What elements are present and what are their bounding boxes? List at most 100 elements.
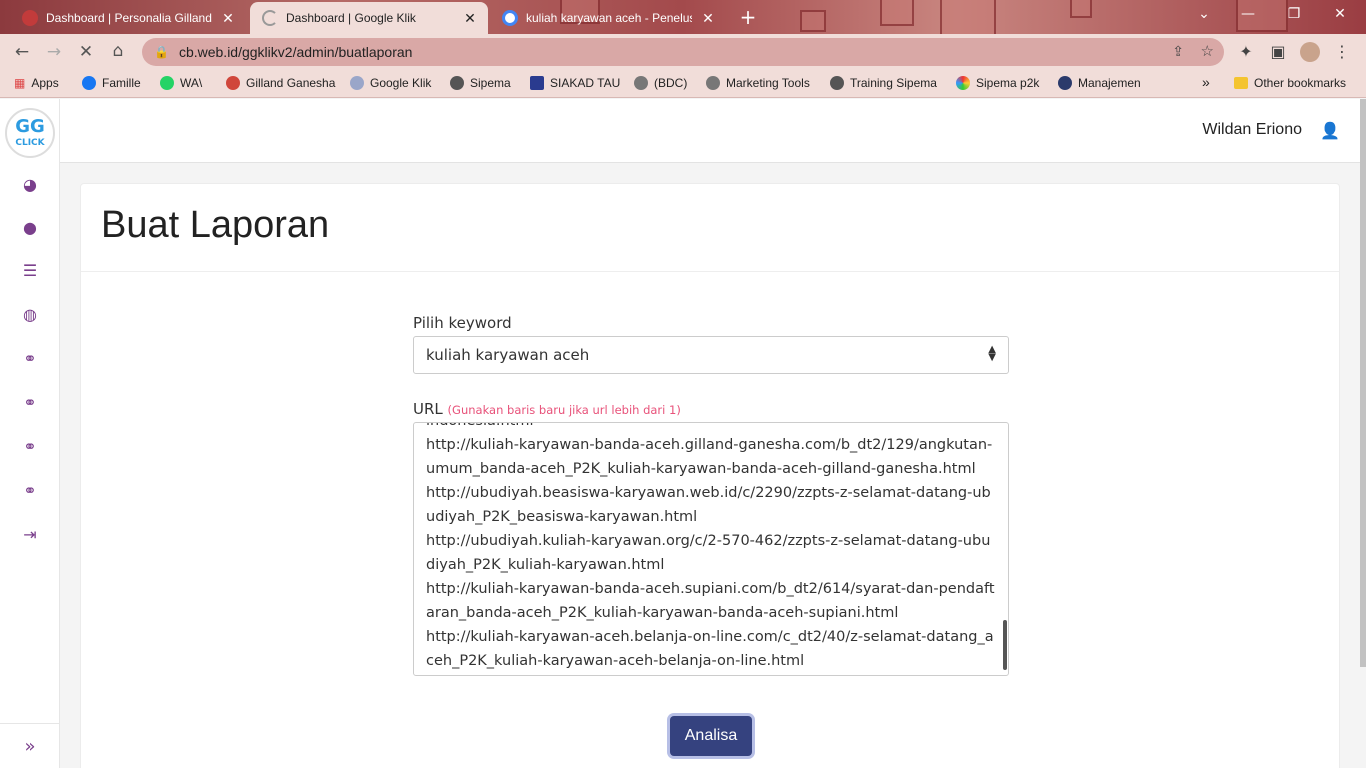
- card-header: Buat Laporan: [81, 184, 1339, 272]
- app-page: GG CLICK ◕ ● ☰ ◍ ⚭ ⚭ ⚭ ⚭ ⇥ » Wildan Erio…: [0, 99, 1366, 768]
- globe-icon: [450, 76, 464, 90]
- close-window-button[interactable]: ✕: [1330, 6, 1350, 22]
- lock-icon: 🔒: [154, 45, 169, 59]
- expand-sidebar-icon[interactable]: »: [20, 737, 40, 757]
- bookmark-wa[interactable]: WA\: [160, 76, 202, 90]
- bookmark-manajemen[interactable]: Manajemen: [1058, 76, 1141, 90]
- close-tab-icon[interactable]: ✕: [462, 10, 478, 27]
- googleklik-icon: [350, 76, 364, 90]
- other-bookmarks[interactable]: Other bookmarks: [1234, 76, 1346, 90]
- facebook-icon: [82, 76, 96, 90]
- dashboard-icon[interactable]: ◕: [20, 175, 40, 195]
- stop-loading-button[interactable]: ✕: [70, 42, 102, 62]
- bookmark-sipema-p2k[interactable]: Sipema p2k: [956, 76, 1039, 90]
- shield-icon: [530, 76, 544, 90]
- link-icon[interactable]: ⚭: [20, 393, 40, 413]
- bdc-icon: [634, 76, 648, 90]
- whatsapp-icon: [160, 76, 174, 90]
- bookmark-label: SIAKAD TAU: [550, 76, 621, 90]
- link-icon[interactable]: ⚭: [20, 437, 40, 457]
- side-panel-icon[interactable]: ▣: [1268, 42, 1288, 62]
- bookmark-gilland-ganesha[interactable]: Gilland Ganesha: [226, 76, 335, 90]
- page-scrollbar[interactable]: [1360, 99, 1366, 667]
- bookmark-marketing-tools[interactable]: Marketing Tools: [706, 76, 810, 90]
- bookmark-bdc[interactable]: (BDC): [634, 76, 687, 90]
- report-card: Buat Laporan Pilih keyword kuliah karyaw…: [80, 183, 1340, 768]
- bookmark-label: (BDC): [654, 76, 688, 90]
- bookmark-sipema[interactable]: Sipema: [450, 76, 511, 90]
- menu-kebab-icon[interactable]: ⋮: [1332, 42, 1352, 62]
- extensions-icon[interactable]: ✦: [1236, 42, 1256, 62]
- toolbar: ← → ✕ ⌂ 🔒 cb.web.id/ggklikv2/admin/buatl…: [0, 34, 1366, 70]
- globe-icon[interactable]: ◍: [20, 305, 40, 325]
- bookmark-label: Training Sipema: [850, 76, 937, 90]
- keyword-select[interactable]: kuliah karyawan aceh ▲ ▼: [413, 336, 1009, 374]
- url-textarea[interactable]: indonesia.html http://kuliah-karyawan-ba…: [413, 422, 1009, 676]
- bookmark-apps[interactable]: ▦ Apps: [14, 76, 59, 90]
- keyword-group: Pilih keyword kuliah karyawan aceh ▲ ▼: [413, 314, 1009, 374]
- logo-subtext: CLICK: [15, 138, 45, 148]
- sign-out-icon[interactable]: ⇥: [20, 525, 40, 545]
- folder-icon: [1234, 77, 1248, 89]
- browser-tab-search[interactable]: kuliah karyawan aceh - Penelusur ✕: [490, 2, 726, 34]
- sidebar: GG CLICK ◕ ● ☰ ◍ ⚭ ⚭ ⚭ ⚭ ⇥ »: [0, 99, 60, 768]
- bookmarks-overflow-button[interactable]: »: [1202, 74, 1210, 90]
- sipema-p2k-icon: [956, 76, 970, 90]
- bookmark-label: Google Klik: [370, 76, 432, 90]
- bookmark-label: WA\: [180, 76, 203, 90]
- bookmark-famille[interactable]: Famille: [82, 76, 141, 90]
- close-tab-icon[interactable]: ✕: [700, 10, 716, 27]
- restore-button[interactable]: ❐: [1284, 6, 1304, 22]
- app-logo[interactable]: GG CLICK: [5, 108, 55, 158]
- bookmark-label: Manajemen: [1078, 76, 1141, 90]
- link-icon[interactable]: ⚭: [20, 349, 40, 369]
- sidebar-divider: [0, 723, 60, 724]
- theme-decoration: [880, 0, 914, 26]
- bookmark-label: Sipema p2k: [976, 76, 1040, 90]
- list-icon[interactable]: ☰: [20, 261, 40, 281]
- user-name[interactable]: Wildan Eriono: [1202, 121, 1302, 139]
- minimize-button[interactable]: —: [1238, 6, 1258, 22]
- bookmark-training-sipema[interactable]: Training Sipema: [830, 76, 937, 90]
- browser-tab-googleklik[interactable]: Dashboard | Google Klik ✕: [250, 2, 488, 34]
- graduation-icon: [1058, 76, 1072, 90]
- bookmark-siakad-tau[interactable]: SIAKAD TAU: [530, 76, 620, 90]
- analisa-button[interactable]: Analisa: [670, 716, 752, 756]
- keyword-selected-value: kuliah karyawan aceh: [426, 346, 590, 364]
- theme-decoration: [800, 10, 826, 32]
- keyword-label: Pilih keyword: [413, 314, 512, 332]
- loading-spinner-icon: [262, 10, 278, 26]
- url-hint: (Gunakan baris baru jika url lebih dari …: [447, 403, 681, 417]
- tab-search-chevron-icon[interactable]: ⌄: [1194, 6, 1214, 22]
- tab-title: kuliah karyawan aceh - Penelusur: [526, 11, 692, 25]
- marketing-icon: [706, 76, 720, 90]
- forward-button[interactable]: →: [38, 42, 70, 62]
- share-icon[interactable]: ⇪: [1172, 43, 1184, 60]
- user-icon[interactable]: ●: [20, 218, 40, 238]
- bookmark-google-klik[interactable]: Google Klik: [350, 76, 431, 90]
- theme-decoration: [940, 0, 996, 34]
- textarea-scrollbar[interactable]: [1003, 620, 1007, 670]
- link-icon[interactable]: ⚭: [20, 481, 40, 501]
- home-button[interactable]: ⌂: [102, 41, 134, 61]
- logo-text: GG: [15, 116, 45, 137]
- new-tab-button[interactable]: +: [738, 5, 758, 29]
- tab-title: Dashboard | Personalia Gilland G: [46, 11, 212, 25]
- url-label: URL: [413, 400, 443, 418]
- user-icon[interactable]: 👤: [1320, 121, 1340, 140]
- page-title: Buat Laporan: [101, 204, 330, 246]
- url-textarea-content: indonesia.html http://kuliah-karyawan-ba…: [426, 423, 995, 669]
- profile-avatar[interactable]: [1300, 42, 1320, 62]
- bookmark-star-icon[interactable]: ☆: [1201, 42, 1214, 60]
- address-bar[interactable]: 🔒 cb.web.id/ggklikv2/admin/buatlaporan ⇪…: [142, 38, 1224, 66]
- bookmark-label: Apps: [31, 76, 59, 90]
- bookmark-label: Famille: [102, 76, 141, 90]
- gilland-favicon-icon: [22, 10, 38, 26]
- close-tab-icon[interactable]: ✕: [220, 10, 236, 27]
- bookmark-label: Sipema: [470, 76, 511, 90]
- tab-strip: Dashboard | Personalia Gilland G ✕ Dashb…: [0, 0, 1366, 34]
- bookmark-label: Gilland Ganesha: [246, 76, 336, 90]
- browser-tab-personalia[interactable]: Dashboard | Personalia Gilland G ✕: [10, 2, 246, 34]
- top-navbar: Wildan Eriono 👤: [60, 99, 1362, 163]
- back-button[interactable]: ←: [6, 42, 38, 62]
